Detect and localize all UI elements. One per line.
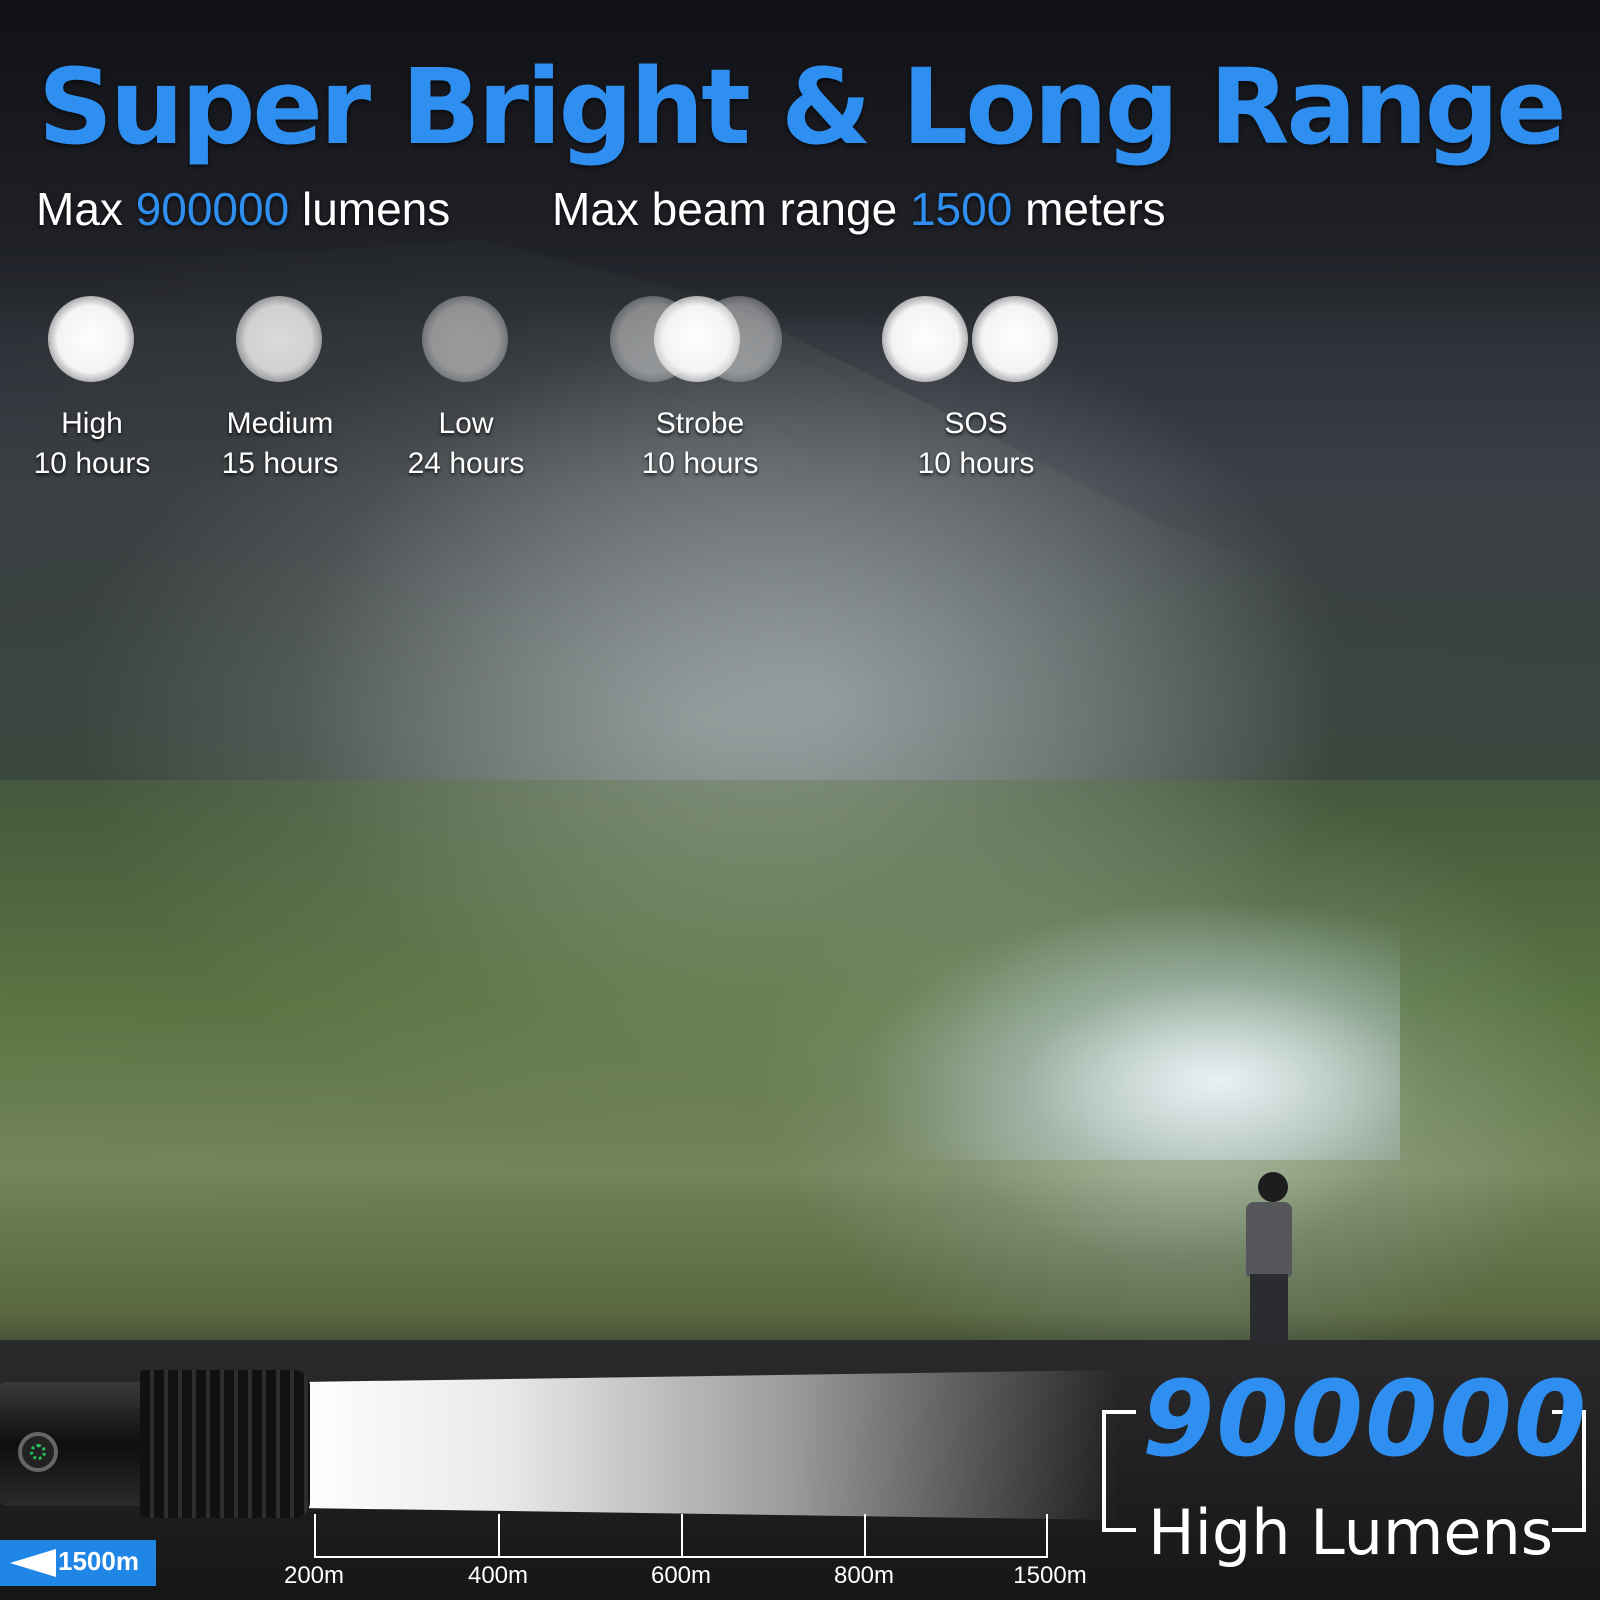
person-with-flashlight <box>1236 1172 1296 1342</box>
ruler-tick <box>681 1514 683 1558</box>
max-range-suffix: meters <box>1012 183 1166 235</box>
max-range-prefix: Max beam range <box>552 183 910 235</box>
mode-name: Strobe <box>655 407 745 440</box>
flashlight-product <box>0 1370 310 1518</box>
mode-time: 10 hours <box>917 447 1035 480</box>
flashlight-beam-icon <box>10 1549 56 1577</box>
mode-name: High <box>61 407 123 440</box>
range-badge-text: 1500m <box>58 1546 139 1576</box>
low-light-icon <box>422 296 508 382</box>
mode-name: Medium <box>226 407 334 440</box>
max-range-value: 1500 <box>909 183 1013 235</box>
lumens-callout-value: 900000 <box>1142 1358 1589 1480</box>
high-light-icon <box>48 296 134 382</box>
flashlight-tail <box>0 1382 150 1506</box>
headline: Super Bright & Long Range <box>38 46 1567 168</box>
medium-light-icon <box>236 296 322 382</box>
flashlight-beam <box>300 1370 1120 1520</box>
flashlight-head <box>140 1370 310 1518</box>
ruler-tick <box>314 1514 316 1558</box>
max-lumens-value: 900000 <box>135 183 290 235</box>
max-lumens-suffix: lumens <box>289 183 451 235</box>
strobe-light-icon <box>654 296 740 382</box>
sos-light-icon-right <box>972 296 1058 382</box>
ruler-label: 800m <box>833 1562 895 1589</box>
ruler-label: 200m <box>283 1562 345 1589</box>
product-banner: Super Bright & Long Range Max 900000 lum… <box>0 0 1600 1600</box>
mode-time: 10 hours <box>641 447 759 480</box>
power-button-icon <box>18 1432 58 1472</box>
mode-time: 24 hours <box>407 447 525 480</box>
mode-name: SOS <box>944 407 1008 440</box>
max-lumens-prefix: Max <box>36 183 136 235</box>
mode-time: 10 hours <box>33 447 151 480</box>
max-lumens-text: Max 900000 lumens <box>36 182 450 236</box>
battery-indicator-ring <box>30 1444 46 1460</box>
ruler-tick <box>1046 1514 1048 1558</box>
person-head <box>1258 1172 1288 1202</box>
ruler-tick <box>498 1514 500 1558</box>
mode-name: Low <box>438 407 494 440</box>
range-badge: 1500m <box>0 1540 156 1586</box>
lumens-callout-caption: High Lumens <box>1148 1496 1554 1569</box>
flashlight-beam-glow <box>700 560 1400 1160</box>
ruler-tick <box>864 1514 866 1558</box>
ruler-label: 1500m <box>1013 1562 1087 1589</box>
mode-time: 15 hours <box>221 447 339 480</box>
ruler-label: 600m <box>650 1562 712 1589</box>
person-body <box>1246 1202 1292 1277</box>
max-range-text: Max beam range 1500 meters <box>552 182 1166 236</box>
ruler-label: 400m <box>467 1562 529 1589</box>
frame-corner <box>1106 1528 1136 1532</box>
person-legs <box>1250 1274 1288 1342</box>
sos-light-icon-left <box>882 296 968 382</box>
